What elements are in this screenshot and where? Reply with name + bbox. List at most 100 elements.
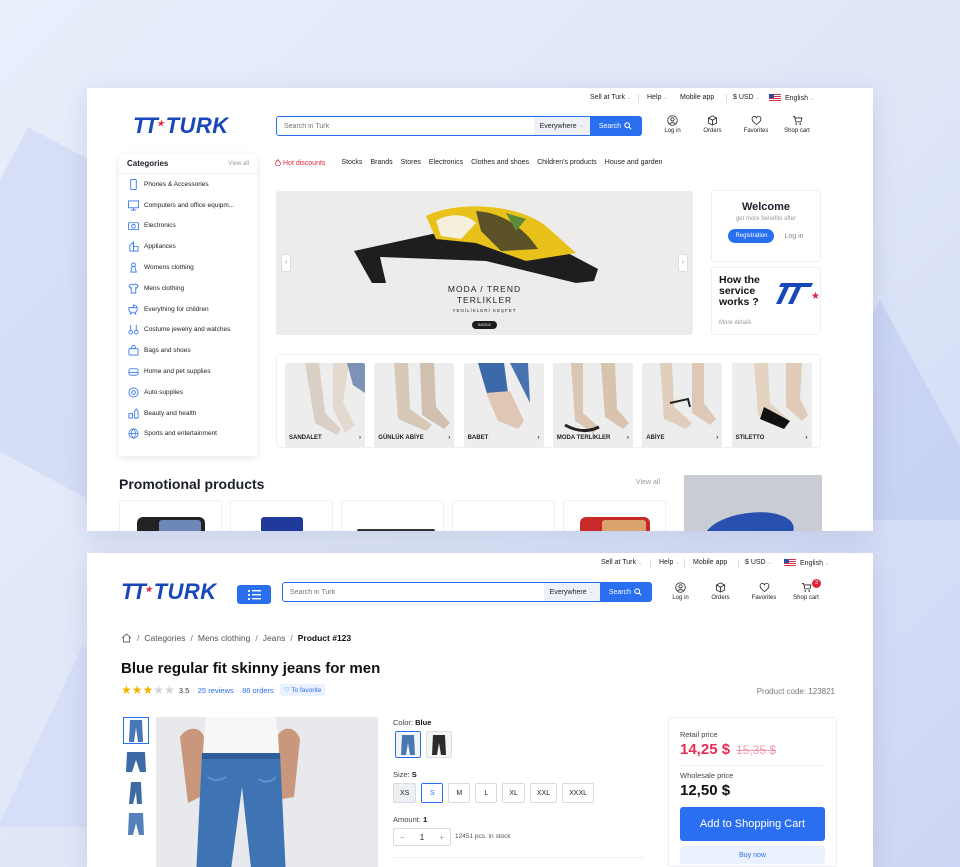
language-select[interactable]: English ⌄ bbox=[769, 94, 814, 102]
orders-action[interactable]: Orders bbox=[698, 582, 743, 601]
size-option[interactable]: XL bbox=[502, 783, 525, 803]
category-item[interactable]: Appliances bbox=[119, 236, 257, 257]
add-to-cart-button[interactable]: Add to Shopping Cart bbox=[680, 807, 825, 841]
nav-item[interactable]: Brands bbox=[370, 159, 392, 167]
category-item[interactable]: Electronics bbox=[119, 216, 257, 237]
size-option[interactable]: XXL bbox=[529, 783, 558, 803]
logo[interactable]: TT★TURK bbox=[133, 113, 229, 139]
buy-now-button[interactable]: Buy now bbox=[680, 846, 825, 864]
nav-item[interactable]: Children's products bbox=[537, 159, 597, 167]
side-ad-banner[interactable] bbox=[684, 475, 822, 531]
nav-item[interactable]: House and garden bbox=[605, 159, 663, 167]
promo-card[interactable] bbox=[452, 500, 555, 531]
search-scope-select[interactable]: Everywhere ⌄ bbox=[543, 583, 600, 601]
category-item[interactable]: Costume jewelry and watches bbox=[119, 320, 257, 341]
category-item[interactable]: Home and pet supplies bbox=[119, 361, 257, 382]
sell-link[interactable]: Sell at Turk ⌄ bbox=[590, 94, 631, 101]
increment-button[interactable]: + bbox=[439, 833, 444, 842]
color-swatch-black[interactable] bbox=[426, 731, 452, 758]
cart-action[interactable]: 3 Shop cart bbox=[785, 579, 827, 601]
category-item[interactable]: Sports and entertainment bbox=[119, 424, 257, 445]
category-item[interactable]: Beauty and health bbox=[119, 403, 257, 424]
search-input[interactable] bbox=[283, 583, 544, 601]
main-product-image[interactable] bbox=[156, 717, 378, 867]
help-link[interactable]: Help ⌄ bbox=[647, 94, 668, 101]
banner-cta-button[interactable]: İNCELE bbox=[472, 321, 497, 329]
currency-select[interactable]: $ USD ⌄ bbox=[745, 559, 772, 566]
nav-item[interactable]: Clothes and shoes bbox=[471, 159, 529, 167]
welcome-login-link[interactable]: Log in bbox=[784, 233, 803, 240]
cart-action[interactable]: Shop cart bbox=[777, 115, 817, 134]
login-action[interactable]: Log in bbox=[663, 582, 698, 601]
camera-icon bbox=[128, 222, 139, 231]
help-link[interactable]: Help ⌄ bbox=[659, 559, 680, 566]
home-icon[interactable] bbox=[121, 633, 132, 643]
breadcrumb-mens-clothing[interactable]: Mens clothing bbox=[198, 633, 250, 643]
size-option[interactable]: XXXL bbox=[562, 783, 595, 803]
home-page-window: Sell at Turk ⌄ Help ⌄ Mobile app $ USD ⌄ En… bbox=[87, 88, 873, 531]
thumbnail[interactable] bbox=[123, 748, 149, 775]
banner-prev-button[interactable]: ‹ bbox=[281, 254, 291, 272]
sell-link[interactable]: Sell at Turk ⌄ bbox=[601, 559, 642, 566]
thumbnail[interactable] bbox=[123, 717, 149, 744]
breadcrumb-jeans[interactable]: Jeans bbox=[263, 633, 286, 643]
shoe-category-card[interactable]: ABİYE › bbox=[642, 363, 723, 447]
quantity-value[interactable]: 1 bbox=[420, 833, 424, 842]
favorites-action[interactable]: Favorites bbox=[743, 582, 785, 601]
size-option[interactable]: L bbox=[475, 783, 498, 803]
thumbnail[interactable] bbox=[123, 810, 149, 837]
category-item[interactable]: Everything for children bbox=[119, 299, 257, 320]
catalog-menu-button[interactable] bbox=[237, 585, 271, 604]
search-scope-select[interactable]: Everywhere ⌄ bbox=[533, 117, 590, 135]
search-button[interactable]: Search bbox=[599, 583, 651, 601]
how-it-works-panel[interactable]: How the service works ? ★ More details bbox=[711, 267, 821, 335]
promo-card[interactable] bbox=[341, 500, 444, 531]
category-item[interactable]: Womens clothing bbox=[119, 257, 257, 278]
category-item[interactable]: Computers and office equipm... bbox=[119, 195, 257, 216]
shoe-category-card[interactable]: SANDALET › bbox=[285, 363, 365, 447]
shoe-category-card[interactable]: STILETTO › bbox=[731, 363, 812, 447]
size-option[interactable]: XS bbox=[393, 783, 417, 803]
currency-select[interactable]: $ USD ⌄ bbox=[733, 94, 760, 101]
category-item[interactable]: Mens clothing bbox=[119, 278, 257, 299]
favorites-action[interactable]: Favorites bbox=[735, 115, 777, 134]
shoe-category-card[interactable]: MODA TERLİKLER › bbox=[552, 363, 633, 447]
category-item[interactable]: Phones & Accessories bbox=[119, 174, 257, 195]
login-action[interactable]: Log in bbox=[655, 115, 690, 134]
nav-item[interactable]: Stores bbox=[401, 159, 421, 167]
logo-text: TURK bbox=[153, 579, 217, 604]
thumbnail[interactable] bbox=[123, 779, 149, 806]
promo-view-all[interactable]: View all bbox=[636, 479, 660, 486]
to-favorite-button[interactable]: ♡ To favorite bbox=[279, 684, 326, 696]
promo-card[interactable] bbox=[563, 500, 666, 531]
promo-card[interactable] bbox=[119, 500, 222, 531]
how-more-link[interactable]: More details bbox=[719, 320, 752, 326]
logo[interactable]: TT★TURK bbox=[121, 579, 217, 605]
reviews-link[interactable]: 25 reviews bbox=[198, 686, 234, 695]
mobile-app-link[interactable]: Mobile app bbox=[693, 559, 727, 566]
size-option[interactable]: S bbox=[421, 783, 444, 803]
category-label: Sports and entertainment bbox=[144, 430, 217, 438]
banner-next-button[interactable]: › bbox=[678, 254, 688, 272]
hot-discounts-link[interactable]: Hot discounts bbox=[275, 159, 333, 167]
color-swatch-blue[interactable] bbox=[395, 731, 421, 758]
promo-card[interactable] bbox=[230, 500, 333, 531]
nav-item[interactable]: Stocks bbox=[341, 159, 362, 167]
language-select[interactable]: English ⌄ bbox=[784, 559, 829, 567]
categories-view-all[interactable]: View all bbox=[228, 161, 249, 167]
shoe-category-card[interactable]: BABET › bbox=[463, 363, 544, 447]
size-option[interactable]: M bbox=[448, 783, 471, 803]
hero-banner[interactable]: ‹ › MODA / TREND TERLİKLER YENİLİKLERİ K… bbox=[276, 191, 693, 335]
category-item[interactable]: Bags and shoes bbox=[119, 340, 257, 361]
search-button[interactable]: Search bbox=[589, 117, 641, 135]
mobile-app-link[interactable]: Mobile app bbox=[680, 94, 714, 101]
search-input[interactable] bbox=[277, 117, 534, 135]
registration-button[interactable]: Registration bbox=[728, 229, 775, 243]
nav-item[interactable]: Electronics bbox=[429, 159, 463, 167]
orders-link[interactable]: 86 orders bbox=[242, 686, 274, 695]
decrement-button[interactable]: − bbox=[400, 833, 405, 842]
orders-action[interactable]: Orders bbox=[690, 115, 735, 134]
category-item[interactable]: Auto supplies bbox=[119, 382, 257, 403]
breadcrumb-categories[interactable]: Categories bbox=[144, 633, 185, 643]
shoe-category-card[interactable]: GÜNLÜK ABİYE › bbox=[374, 363, 455, 447]
